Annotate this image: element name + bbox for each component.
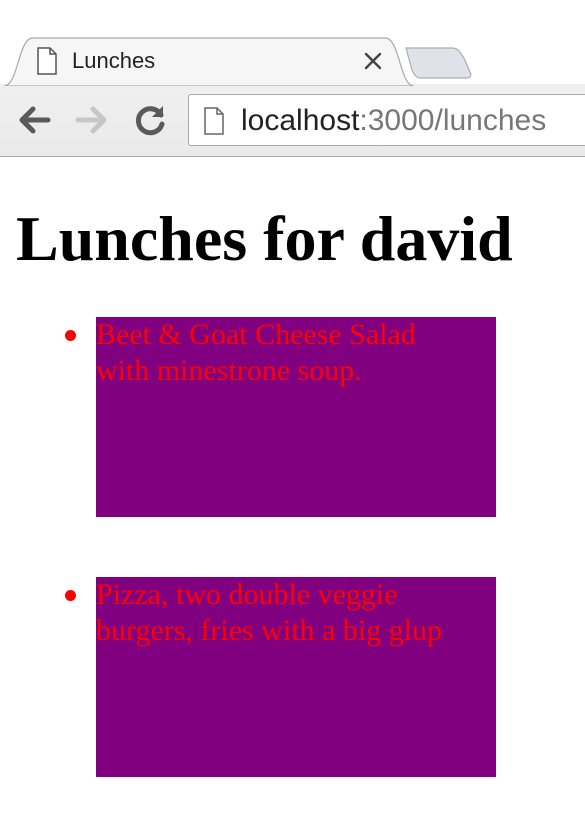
tab-title: Lunches xyxy=(72,48,156,73)
reload-icon[interactable] xyxy=(130,100,170,140)
tab-lunches[interactable]: Lunches xyxy=(4,36,414,86)
page-title: Lunches for david xyxy=(16,203,513,274)
address-bar[interactable]: localhost:3000/lunches xyxy=(188,94,585,146)
browser-chrome: Lunches localhost:3000/lunches xyxy=(0,0,585,157)
back-arrow-icon[interactable] xyxy=(14,100,54,140)
bullet-icon xyxy=(65,590,76,601)
tab-strip: Lunches xyxy=(0,0,585,86)
page-icon xyxy=(37,47,57,75)
toolbar: localhost:3000/lunches xyxy=(0,84,585,156)
close-icon[interactable] xyxy=(362,50,384,72)
url-path: :3000/lunches xyxy=(359,104,547,137)
tab-shape xyxy=(4,37,414,86)
bullet-icon xyxy=(65,330,76,341)
lunch-description: Beet & Goat Cheese Salad with minestrone… xyxy=(96,318,416,387)
url-text: localhost:3000/lunches xyxy=(241,102,546,140)
new-tab-button[interactable] xyxy=(404,44,474,80)
forward-arrow-icon[interactable] xyxy=(72,100,112,140)
list-item: Beet & Goat Cheese Salad with minestrone… xyxy=(65,317,496,517)
page-content: Lunches for david Beet & Goat Cheese Sal… xyxy=(0,157,585,823)
url-host: localhost xyxy=(241,104,360,137)
page-icon xyxy=(204,107,224,135)
lunch-list: Beet & Goat Cheese Salad with minestrone… xyxy=(0,317,496,837)
list-item: Pizza, two double veggie burgers, fries … xyxy=(65,577,496,777)
lunch-description: Pizza, two double veggie burgers, fries … xyxy=(96,578,443,647)
